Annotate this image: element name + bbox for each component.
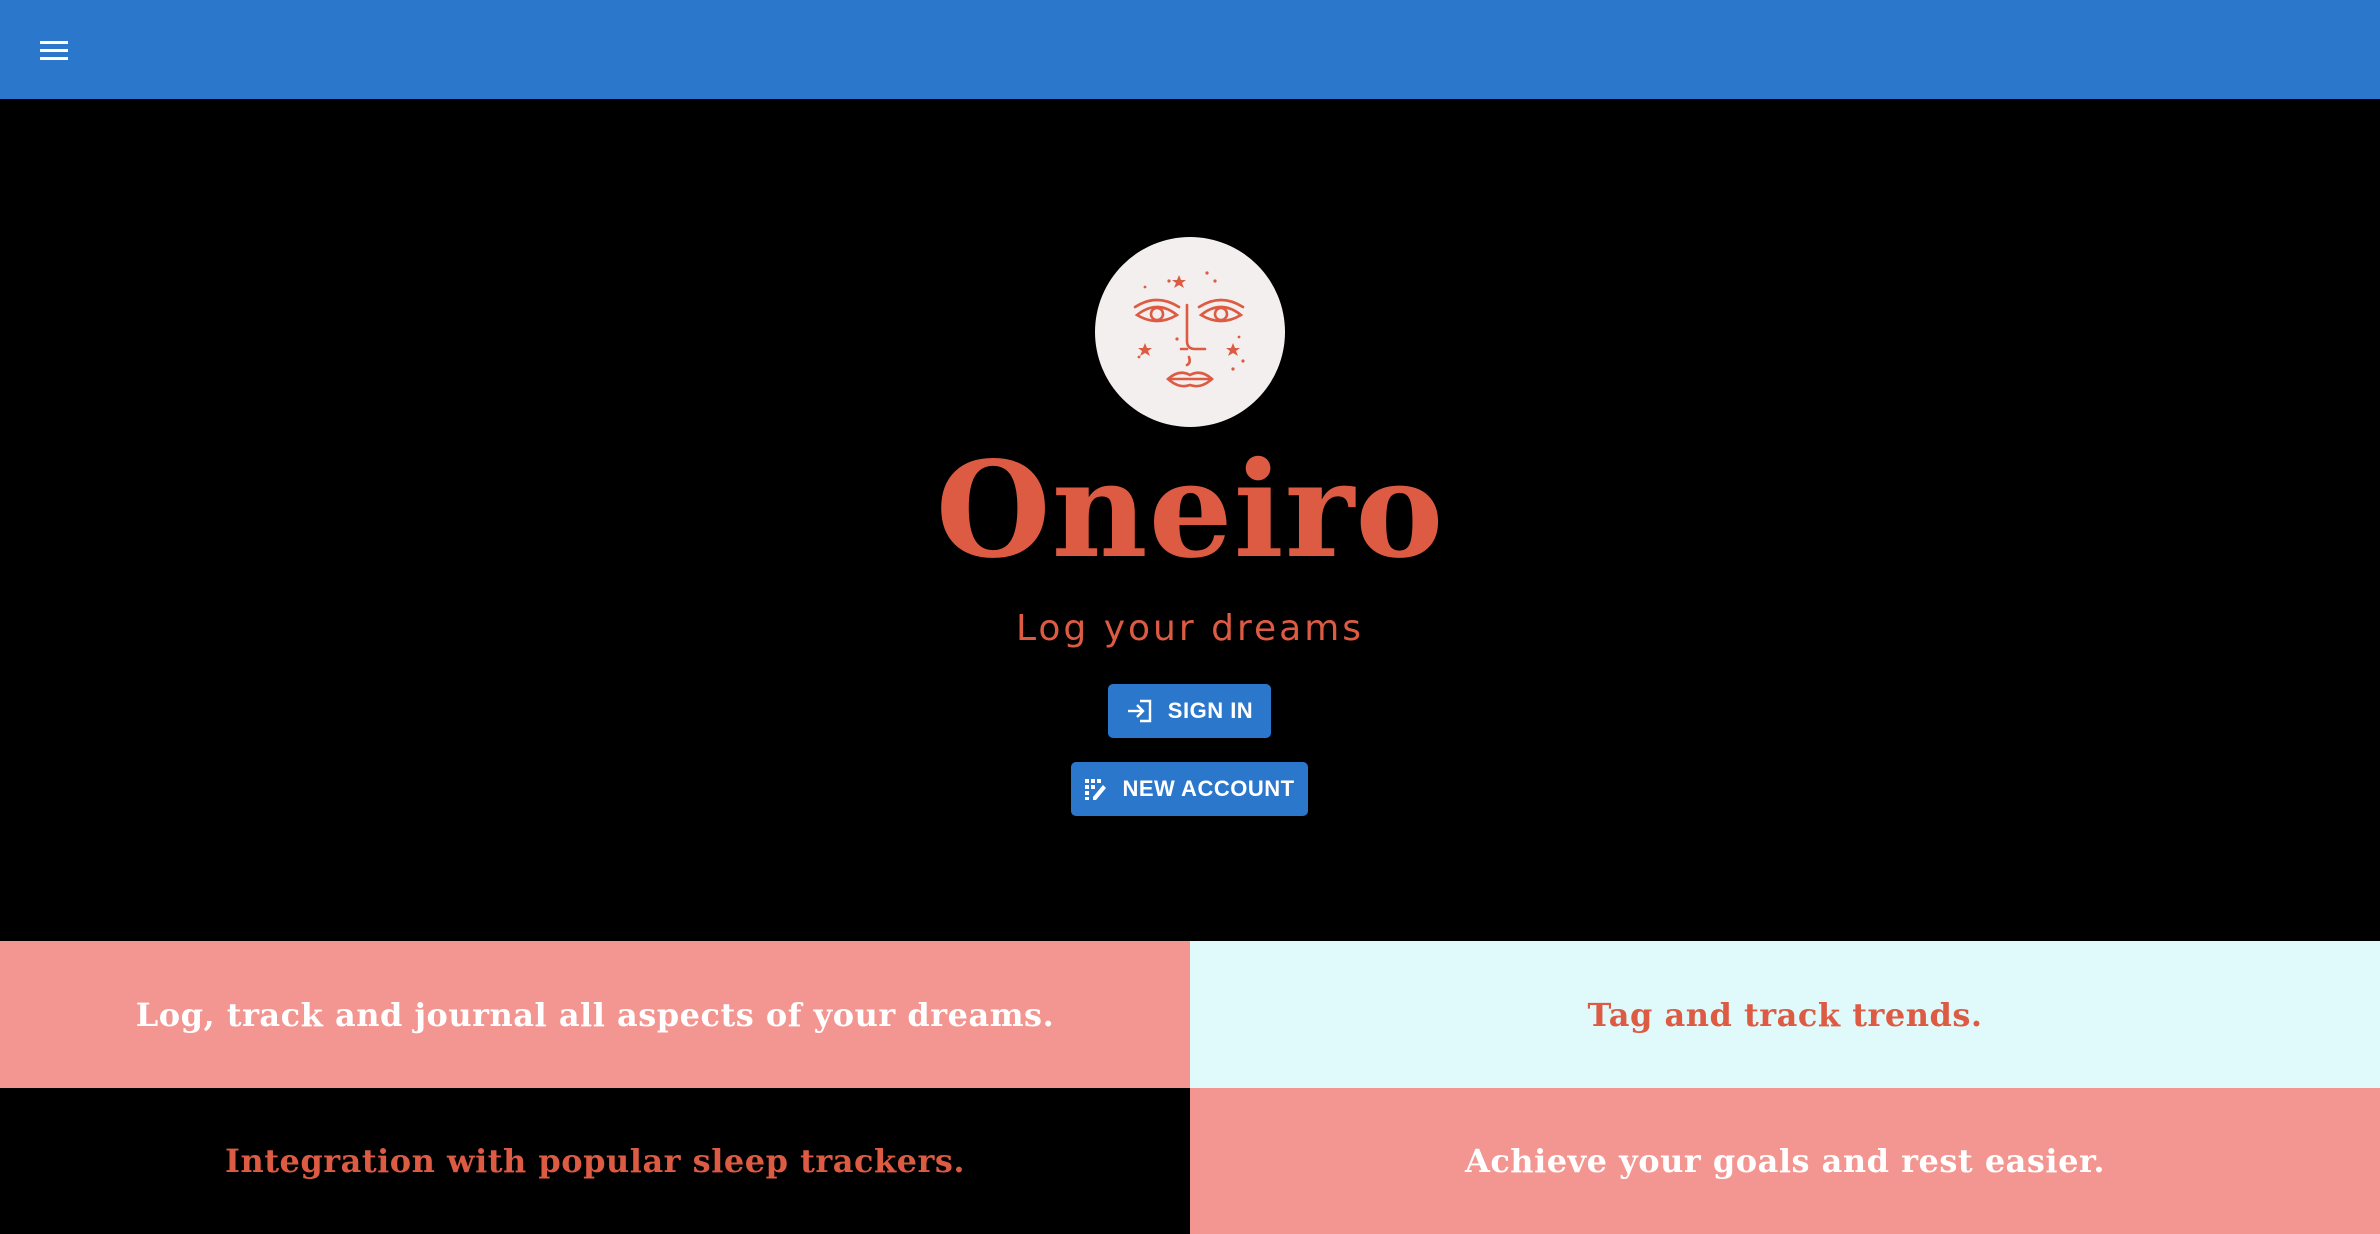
app-tagline: Log your dreams <box>1015 608 1365 649</box>
sign-in-button[interactable]: SIGN IN <box>1108 684 1271 738</box>
sign-in-label: SIGN IN <box>1167 698 1254 723</box>
register-icon <box>1084 777 1108 801</box>
feature-integrations: Integration with popular sleep trackers. <box>0 1088 1190 1234</box>
feature-text: Integration with popular sleep trackers. <box>225 1142 965 1180</box>
new-account-button[interactable]: NEW ACCOUNT <box>1071 762 1308 816</box>
new-account-label: NEW ACCOUNT <box>1122 776 1295 801</box>
feature-text: Achieve your goals and rest easier. <box>1464 1142 2105 1180</box>
app-header <box>0 0 2380 99</box>
moon-face-logo-icon <box>1095 237 1285 427</box>
feature-log-track: Log, track and journal all aspects of yo… <box>0 941 1190 1088</box>
hamburger-menu-icon[interactable] <box>24 26 84 74</box>
feature-tag-trends: Tag and track trends. <box>1190 941 2380 1088</box>
feature-text: Tag and track trends. <box>1587 995 1983 1034</box>
feature-goals: Achieve your goals and rest easier. <box>1190 1088 2380 1234</box>
login-icon <box>1126 698 1154 724</box>
app-title: Oneiro <box>935 433 1445 588</box>
feature-text: Log, track and journal all aspects of yo… <box>135 995 1055 1034</box>
